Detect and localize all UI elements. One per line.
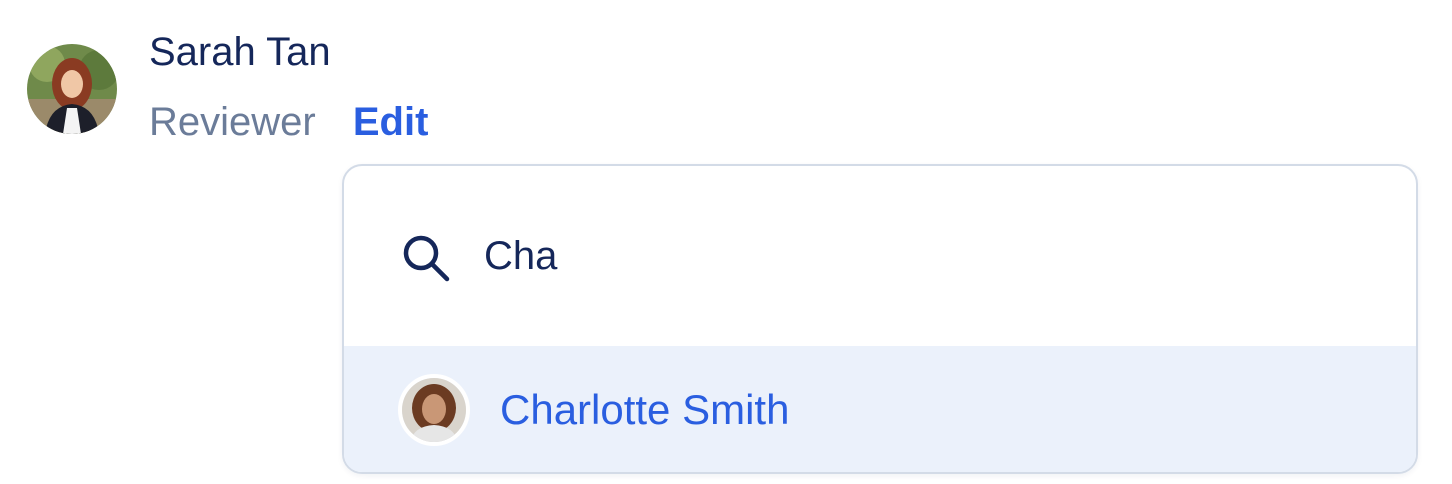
search-row <box>344 166 1416 346</box>
role-label: Reviewer <box>149 100 316 144</box>
avatar <box>398 374 470 446</box>
search-input[interactable] <box>484 226 1344 286</box>
user-card: Sarah Tan Reviewer Edit <box>27 28 627 148</box>
search-icon <box>400 232 452 284</box>
result-name: Charlotte Smith <box>500 386 790 433</box>
avatar <box>27 44 117 134</box>
list-item[interactable]: Charlotte Smith <box>344 346 1416 472</box>
reviewer-dropdown: Charlotte Smith <box>342 164 1418 474</box>
edit-link[interactable]: Edit <box>353 100 429 144</box>
user-name: Sarah Tan <box>149 30 331 74</box>
role-row: Reviewer Edit <box>149 98 428 146</box>
